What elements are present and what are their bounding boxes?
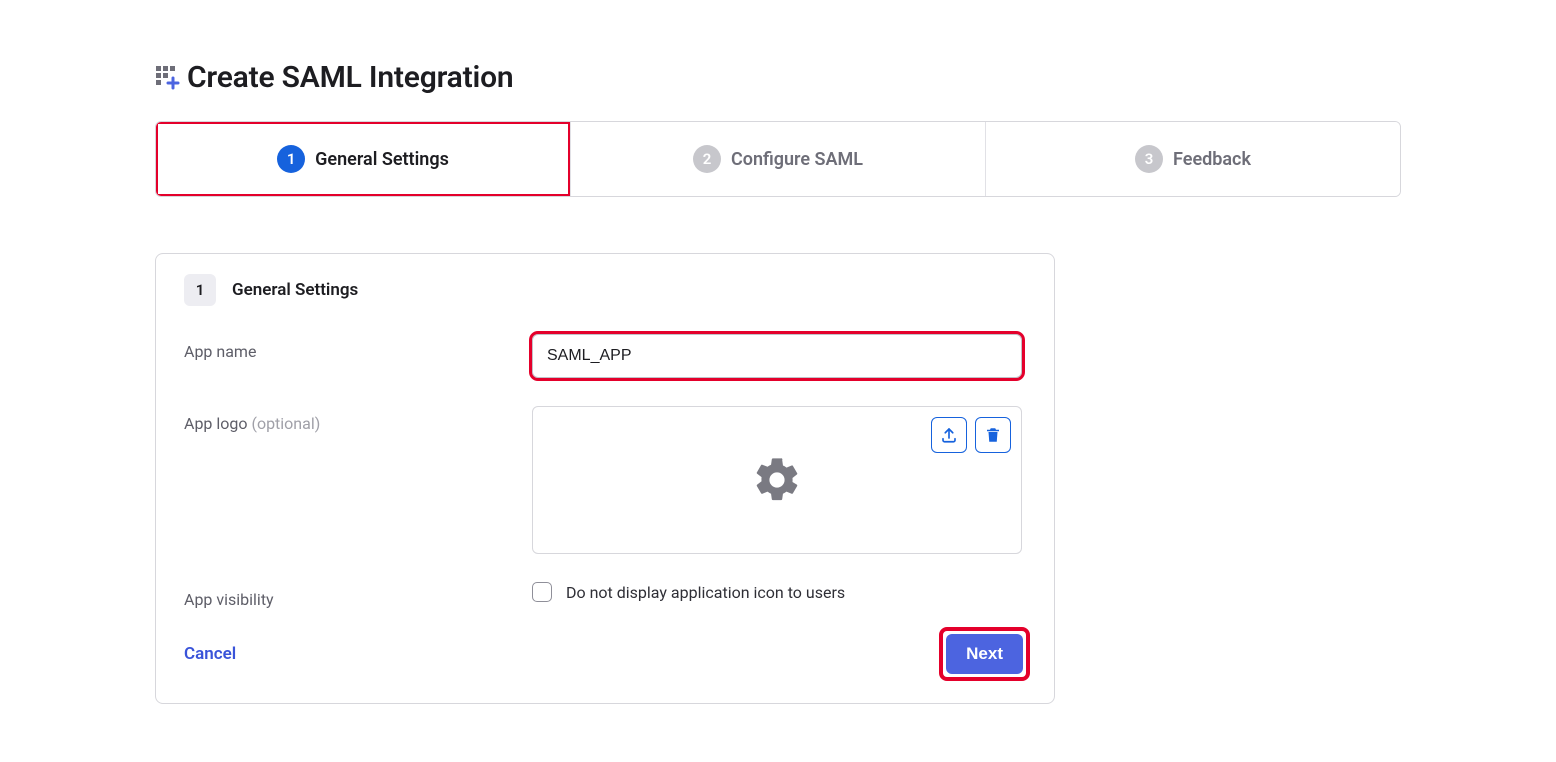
next-button[interactable]: Next <box>946 634 1023 674</box>
visibility-checkbox[interactable] <box>532 582 552 602</box>
form-row-app-logo: App logo (optional) <box>184 406 1026 554</box>
upload-logo-button[interactable] <box>931 417 967 453</box>
create-app-icon <box>155 65 181 91</box>
app-name-input[interactable] <box>532 334 1022 378</box>
stepper: 1 General Settings 2 Configure SAML 3 Fe… <box>155 121 1401 197</box>
step-number: 3 <box>1135 145 1163 173</box>
form-row-app-name: App name <box>184 334 1026 378</box>
panel-title: General Settings <box>232 280 358 300</box>
panel-header: 1 General Settings <box>184 274 1026 306</box>
app-logo-optional: (optional) <box>251 414 320 433</box>
app-visibility-label: App visibility <box>184 582 532 609</box>
gear-icon <box>751 454 803 506</box>
panel-step-number: 1 <box>184 274 216 306</box>
app-logo-dropzone[interactable] <box>532 406 1022 554</box>
step-general-settings[interactable]: 1 General Settings <box>156 122 570 196</box>
app-logo-label-text: App logo <box>184 414 248 433</box>
app-name-label: App name <box>184 334 532 361</box>
step-number: 1 <box>277 145 305 173</box>
cancel-link[interactable]: Cancel <box>184 644 236 664</box>
step-label: Feedback <box>1173 149 1251 170</box>
page-title-row: Create SAML Integration <box>155 60 1401 95</box>
panel-footer: Cancel Next <box>184 631 1026 677</box>
app-logo-label: App logo (optional) <box>184 406 532 433</box>
form-row-app-visibility: App visibility Do not display applicatio… <box>184 582 1026 609</box>
step-feedback[interactable]: 3 Feedback <box>985 122 1400 196</box>
trash-icon <box>984 426 1002 444</box>
page-title: Create SAML Integration <box>187 60 513 95</box>
general-settings-panel: 1 General Settings App name App logo (op… <box>155 253 1055 704</box>
step-label: General Settings <box>315 149 449 170</box>
next-button-highlight: Next <box>943 631 1026 677</box>
upload-icon <box>940 426 958 444</box>
step-number: 2 <box>693 145 721 173</box>
visibility-checkbox-label: Do not display application icon to users <box>566 583 845 602</box>
delete-logo-button[interactable] <box>975 417 1011 453</box>
step-configure-saml[interactable]: 2 Configure SAML <box>570 122 985 196</box>
step-label: Configure SAML <box>731 149 863 170</box>
